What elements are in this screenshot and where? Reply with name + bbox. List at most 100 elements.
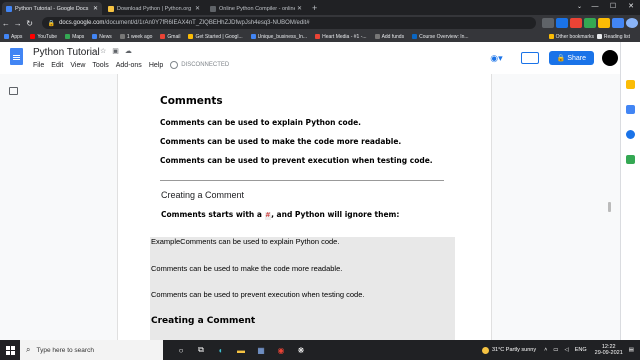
cortana-icon[interactable]: ○ (171, 346, 191, 355)
task-view-icon[interactable]: ⧉ (191, 345, 211, 355)
close-tab-icon[interactable]: ✕ (297, 5, 302, 12)
weather-widget[interactable]: 31°C Partly sunny (481, 346, 536, 354)
pasted-line-1: ExampleComments can be used to explain P… (151, 237, 340, 246)
extension-icon[interactable] (583, 18, 596, 28)
bookmark-unique-business[interactable]: Unique_business_In... (250, 34, 307, 40)
document-title[interactable]: Python Tutorial (33, 47, 100, 58)
menu-edit[interactable]: Edit (51, 62, 63, 69)
bookmark-news[interactable]: News (92, 34, 112, 40)
extension-icon[interactable] (569, 18, 582, 28)
file-explorer-icon[interactable]: ▬ (231, 346, 251, 355)
docs-logo-icon[interactable] (10, 48, 23, 65)
cloud-icon[interactable]: ☁ (125, 47, 132, 55)
maps-icon (65, 34, 71, 39)
disconnected-icon (170, 61, 179, 69)
back-icon[interactable]: ← (0, 19, 12, 28)
window-controls: — ☐ ✕ (586, 0, 640, 14)
tab-search-icon[interactable]: ⌄ (577, 3, 582, 10)
linkedin-icon (412, 34, 418, 39)
apps-icon (4, 34, 9, 39)
gmail-icon (160, 34, 166, 39)
bookmark-youtube[interactable]: YouTube (30, 34, 57, 40)
clock[interactable]: 12:22 29-09-2021 (595, 344, 623, 356)
profile-icon[interactable] (625, 18, 638, 28)
pasted-line-3: Comments can be used to prevent executio… (151, 290, 365, 299)
forward-icon[interactable]: → (12, 19, 24, 28)
menu-file[interactable]: File (33, 62, 44, 69)
outline-icon[interactable] (9, 87, 18, 95)
star-icon[interactable]: ☆ (100, 47, 106, 55)
url-field[interactable]: 🔒 docs.google.com/document/d/1rAn0Y7fR6I… (41, 17, 536, 29)
start-button[interactable] (0, 340, 20, 360)
scrollbar-thumb[interactable] (608, 202, 611, 212)
tasks-icon[interactable] (626, 105, 635, 114)
paragraph-1: Comments can be used to explain Python c… (160, 118, 362, 127)
side-panel (620, 42, 640, 340)
edge-icon[interactable]: ◐ (211, 346, 231, 355)
app-icon[interactable]: ❋ (291, 346, 311, 355)
page-icon (315, 34, 321, 39)
extension-icon[interactable] (611, 18, 624, 28)
new-tab-button[interactable]: + (312, 2, 317, 15)
volume-icon[interactable]: ◁ (565, 347, 569, 353)
bookmark-apps[interactable]: Apps (4, 34, 22, 40)
close-window-icon[interactable]: ✕ (622, 0, 640, 14)
view-mode-icon[interactable]: ◉▾ (490, 53, 502, 64)
menu-tools[interactable]: Tools (92, 62, 108, 69)
menu-help[interactable]: Help (149, 62, 163, 69)
intro-text: , and Python will ignore them: (271, 210, 400, 219)
store-icon[interactable]: ▦ (251, 346, 271, 355)
close-tab-icon[interactable]: ✕ (93, 5, 98, 12)
sun-icon (481, 346, 489, 354)
bookmark-gmail[interactable]: Gmail (160, 34, 180, 40)
docs-favicon-icon (6, 5, 12, 12)
status-text: DISCONNECTED (181, 62, 230, 68)
youtube-icon (30, 34, 36, 39)
python-favicon-icon (108, 5, 114, 12)
maps-icon[interactable] (626, 155, 635, 164)
move-folder-icon[interactable]: ▣ (112, 47, 119, 55)
address-bar-row: ← → ↻ 🔒 docs.google.com/document/d/1rAn0… (0, 15, 640, 31)
windows-icon (5, 345, 15, 355)
reload-icon[interactable]: ↻ (24, 19, 36, 28)
extension-icon[interactable] (555, 18, 568, 28)
other-bookmarks[interactable]: Other bookmarks (548, 33, 594, 40)
url-host: docs.google.com (59, 20, 105, 26)
bookmark-add-funds[interactable]: Add funds (374, 34, 404, 40)
close-tab-icon[interactable]: ✕ (195, 5, 200, 12)
bookmark-label: Reading list (603, 33, 630, 40)
share-button[interactable]: 🔒 Share (548, 51, 594, 65)
bookmark-course-overview[interactable]: Course Overview: In... (412, 34, 469, 40)
menu-view[interactable]: View (70, 62, 85, 69)
connection-status: DISCONNECTED (170, 61, 229, 69)
search-icon: ⌕ (26, 345, 31, 354)
tab-strip: Python Tutorial - Google Docs ✕ Download… (0, 0, 640, 15)
browser-tab-1[interactable]: Download Python | Python.org ✕ (104, 2, 204, 15)
extension-icon[interactable] (541, 18, 554, 28)
network-icon[interactable]: ▭ (553, 347, 558, 353)
bookmark-1-week-ago[interactable]: 1 week ago (119, 34, 152, 40)
bookmark-maps[interactable]: Maps (65, 34, 84, 40)
notification-icon[interactable]: ▤ (629, 347, 634, 353)
browser-tab-0[interactable]: Python Tutorial - Google Docs ✕ (2, 2, 102, 15)
maximize-icon[interactable]: ☐ (604, 0, 622, 14)
reading-list[interactable]: Reading list (596, 33, 630, 40)
browser-tab-2[interactable]: Online Python Compiler - online ✕ (206, 2, 306, 15)
reading-list-icon (596, 34, 602, 39)
chrome-icon[interactable]: ◉ (271, 346, 291, 355)
menu-add-ons[interactable]: Add-ons (116, 62, 142, 69)
bookmark-label: Other bookmarks (555, 33, 594, 40)
bookmark-get-started[interactable]: Get Started | Googl... (188, 34, 243, 40)
contacts-icon[interactable] (626, 130, 635, 139)
paragraph-3: Comments can be used to prevent executio… (160, 156, 433, 165)
chevron-up-icon[interactable]: ˄ (544, 347, 547, 353)
taskbar-search[interactable]: ⌕ Type here to search (20, 340, 163, 360)
minimize-icon[interactable]: — (586, 0, 604, 14)
bookmark-heart-media[interactable]: Heart Media - #1 -... (315, 34, 367, 40)
keep-icon[interactable] (626, 80, 635, 89)
comment-history-icon[interactable] (520, 52, 539, 64)
extension-icon[interactable] (597, 18, 610, 28)
language-indicator[interactable]: ENG (575, 347, 587, 353)
bookmarks-bar: Apps YouTube Maps News 1 week ago Gmail … (0, 31, 640, 42)
avatar[interactable] (602, 50, 618, 66)
